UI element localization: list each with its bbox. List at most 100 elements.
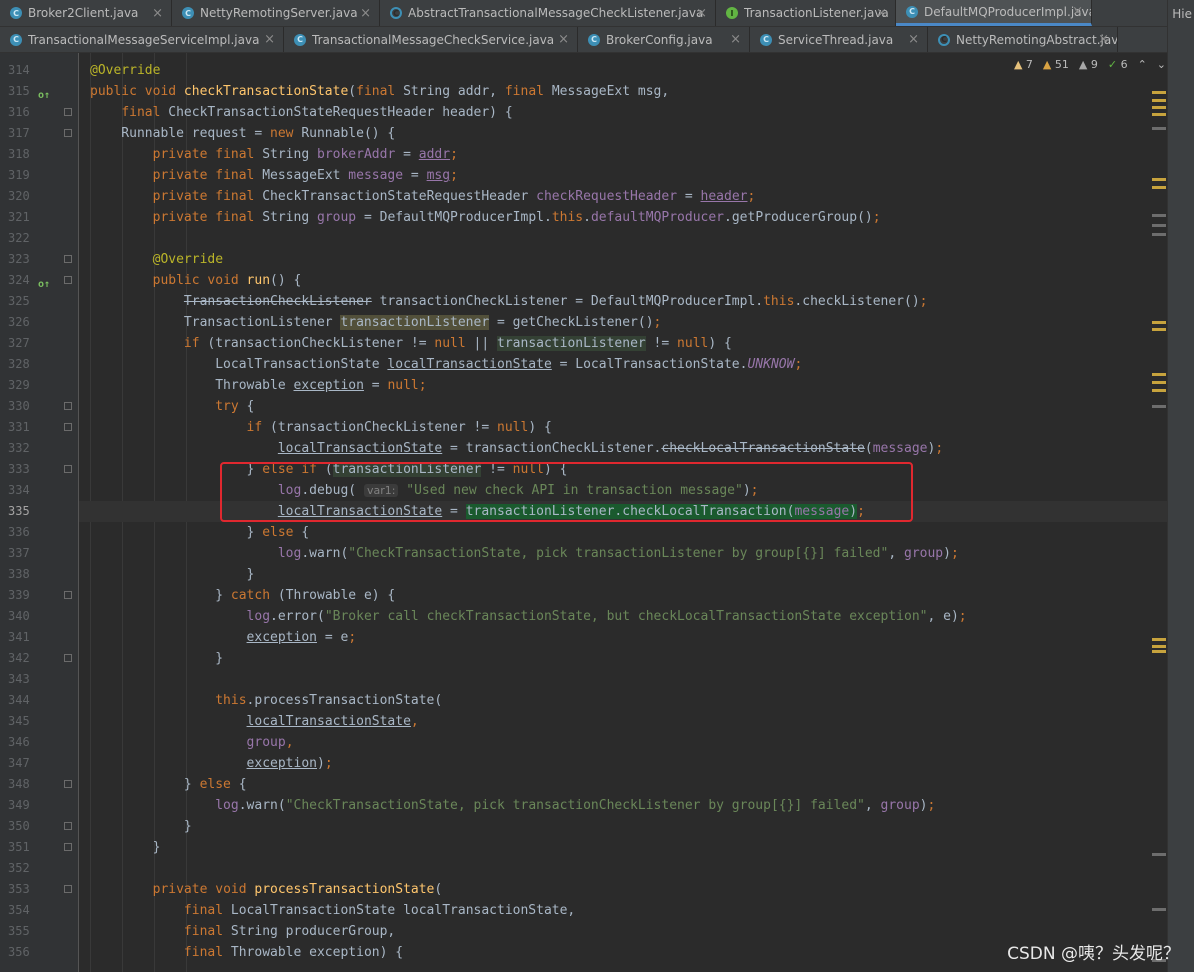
fold-toggle-icon[interactable]	[64, 843, 72, 851]
gutter-line[interactable]: 333	[0, 459, 78, 480]
fold-toggle-icon[interactable]	[64, 591, 72, 599]
gutter-line[interactable]: 349	[0, 795, 78, 816]
code-line[interactable]	[79, 669, 1167, 690]
gutter-line[interactable]: 356	[0, 942, 78, 963]
gutter-line[interactable]: 329	[0, 375, 78, 396]
typo-count[interactable]: ✓ 6	[1108, 58, 1128, 71]
code-line[interactable]: private void processTransactionState(	[79, 879, 1167, 900]
code-line[interactable]: } catch (Throwable e) {	[79, 585, 1167, 606]
fold-toggle-icon[interactable]	[64, 654, 72, 662]
code-line[interactable]: private final String brokerAddr = addr;	[79, 144, 1167, 165]
code-line[interactable]: }	[79, 837, 1167, 858]
code-line[interactable]: } else if (transactionListener != null) …	[79, 459, 1167, 480]
stripe-marker[interactable]	[1152, 650, 1166, 653]
stripe-marker[interactable]	[1152, 373, 1166, 376]
stripe-marker[interactable]	[1152, 127, 1166, 130]
fold-toggle-icon[interactable]	[64, 129, 72, 137]
fold-toggle-icon[interactable]	[64, 276, 72, 284]
gutter-line[interactable]: 340	[0, 606, 78, 627]
stripe-marker[interactable]	[1152, 645, 1166, 648]
gutter-line[interactable]: 346	[0, 732, 78, 753]
gutter-line[interactable]: 316	[0, 102, 78, 123]
fold-toggle-icon[interactable]	[64, 108, 72, 116]
code-line[interactable]: localTransactionState = transactionListe…	[79, 501, 1167, 522]
code-line[interactable]: log.warn("CheckTransactionState, pick tr…	[79, 795, 1167, 816]
gutter-line[interactable]: 351	[0, 837, 78, 858]
gutter-line[interactable]: 355	[0, 921, 78, 942]
chevron-up-icon[interactable]: ⌃	[1138, 58, 1147, 71]
stripe-marker[interactable]	[1152, 178, 1166, 181]
code-line[interactable]: TransactionCheckListener transactionChec…	[79, 291, 1167, 312]
gutter-line[interactable]: 314	[0, 60, 78, 81]
stripe-marker[interactable]	[1152, 321, 1166, 324]
gutter-line[interactable]: 323	[0, 249, 78, 270]
code-line[interactable]: exception);	[79, 753, 1167, 774]
gutter-line[interactable]: 342	[0, 648, 78, 669]
stripe-marker[interactable]	[1152, 233, 1166, 236]
fold-toggle-icon[interactable]	[64, 255, 72, 263]
fold-toggle-icon[interactable]	[64, 885, 72, 893]
gutter-line[interactable]: 350	[0, 816, 78, 837]
code-line[interactable]: final String producerGroup,	[79, 921, 1167, 942]
stripe-marker[interactable]	[1152, 113, 1166, 116]
close-icon[interactable]: ×	[152, 6, 163, 21]
gutter-line[interactable]: 324 o↑	[0, 270, 78, 291]
code-line[interactable]: private final String group = DefaultMQPr…	[79, 207, 1167, 228]
fold-toggle-icon[interactable]	[64, 822, 72, 830]
stripe-marker[interactable]	[1152, 214, 1166, 217]
code-line[interactable]: }	[79, 816, 1167, 837]
close-icon[interactable]: ×	[730, 32, 741, 47]
code-editor[interactable]: 314 315 o↑ 316 317 318 319 320 321 322 323 324 o↑ 325…	[0, 53, 1194, 972]
code-line[interactable]: group,	[79, 732, 1167, 753]
line-number-gutter[interactable]: 314 315 o↑ 316 317 318 319 320 321 322 323 324 o↑ 325…	[0, 53, 79, 972]
stripe-marker[interactable]	[1152, 389, 1166, 392]
close-icon[interactable]: ×	[1072, 4, 1083, 19]
code-line[interactable]: log.error("Broker call checkTransactionS…	[79, 606, 1167, 627]
fold-toggle-icon[interactable]	[64, 402, 72, 410]
code-line[interactable]: final CheckTransactionStateRequestHeader…	[79, 102, 1167, 123]
warning-count[interactable]: ▲ 7	[1014, 58, 1033, 71]
fold-toggle-icon[interactable]	[64, 423, 72, 431]
editor-tab[interactable]: C NettyRemotingServer.java ×	[172, 0, 380, 26]
editor-tab[interactable]: I TransactionListener.java ×	[716, 0, 896, 26]
code-line[interactable]: log.warn("CheckTransactionState, pick tr…	[79, 543, 1167, 564]
code-line[interactable]: if (transactionCheckListener != null) {	[79, 417, 1167, 438]
editor-tab[interactable]: C DefaultMQProducerImpl.java ×	[896, 0, 1092, 26]
stripe-marker[interactable]	[1152, 106, 1166, 109]
stripe-marker[interactable]	[1152, 638, 1166, 641]
code-line[interactable]: localTransactionState = transactionCheck…	[79, 438, 1167, 459]
gutter-line[interactable]: 331	[0, 417, 78, 438]
warning-count-orange[interactable]: ▲ 51	[1043, 58, 1069, 71]
close-icon[interactable]: ×	[1098, 32, 1109, 47]
inspection-widget[interactable]: ▲ 7 ▲ 51 ▲ 9 ✓ 6 ⌃ ⌄	[1014, 58, 1166, 71]
gutter-line[interactable]: 322	[0, 228, 78, 249]
gutter-line[interactable]: 317	[0, 123, 78, 144]
close-icon[interactable]: ×	[696, 6, 707, 21]
gutter-line[interactable]: 319	[0, 165, 78, 186]
gutter-line[interactable]: 321	[0, 207, 78, 228]
stripe-marker[interactable]	[1152, 224, 1166, 227]
code-line[interactable]: TransactionListener transactionListener …	[79, 312, 1167, 333]
gutter-line[interactable]: 343	[0, 669, 78, 690]
code-line[interactable]: public void run() {	[79, 270, 1167, 291]
code-line[interactable]: LocalTransactionState localTransactionSt…	[79, 354, 1167, 375]
editor-tab[interactable]: C AbstractTransactionalMessageCheckListen…	[380, 0, 716, 26]
code-line[interactable]: try {	[79, 396, 1167, 417]
gutter-line[interactable]: 330	[0, 396, 78, 417]
close-icon[interactable]: ×	[264, 32, 275, 47]
gutter-line[interactable]: 327	[0, 333, 78, 354]
code-line[interactable]	[79, 228, 1167, 249]
stripe-marker[interactable]	[1152, 908, 1166, 911]
gutter-line[interactable]: 338	[0, 564, 78, 585]
fold-toggle-icon[interactable]	[64, 780, 72, 788]
code-line[interactable]: if (transactionCheckListener != null || …	[79, 333, 1167, 354]
stripe-marker[interactable]	[1152, 186, 1166, 189]
close-icon[interactable]: ×	[558, 32, 569, 47]
gutter-line[interactable]: 347	[0, 753, 78, 774]
code-line[interactable]	[79, 858, 1167, 879]
stripe-marker[interactable]	[1152, 853, 1166, 856]
editor-tab[interactable]: C NettyRemotingAbstract.java ×	[928, 27, 1118, 52]
gutter-line[interactable]: 353	[0, 879, 78, 900]
code-line[interactable]: } else {	[79, 522, 1167, 543]
code-line[interactable]: final LocalTransactionState localTransac…	[79, 900, 1167, 921]
